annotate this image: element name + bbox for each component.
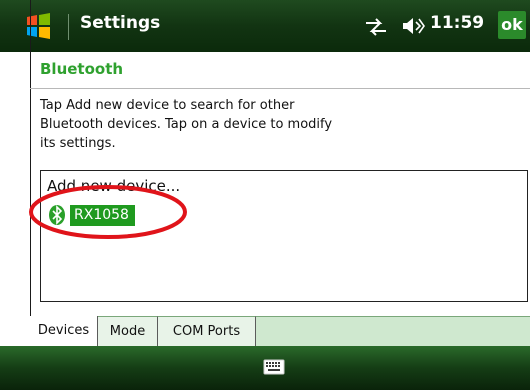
title-separator bbox=[68, 14, 69, 40]
screen: Settings 11:59 ok Bluetooth Tap Add new … bbox=[0, 0, 530, 390]
page-heading: Bluetooth bbox=[40, 60, 124, 78]
tab-mode[interactable]: Mode bbox=[98, 316, 158, 346]
title-bar: Settings 11:59 ok bbox=[0, 0, 530, 52]
left-margin bbox=[0, 52, 30, 390]
highlight-annotation bbox=[29, 185, 187, 239]
instructions-text: Tap Add new device to search for other B… bbox=[40, 96, 420, 153]
ok-button[interactable]: ok bbox=[498, 11, 526, 39]
connectivity-icon[interactable] bbox=[364, 17, 388, 37]
instructions-line: Tap Add new device to search for other bbox=[40, 98, 295, 113]
keyboard-icon[interactable] bbox=[263, 359, 285, 375]
heading-divider bbox=[30, 88, 530, 89]
windows-start-icon[interactable] bbox=[24, 12, 52, 40]
tab-com-ports[interactable]: COM Ports bbox=[158, 316, 256, 346]
clock[interactable]: 11:59 bbox=[430, 13, 484, 33]
app-title: Settings bbox=[80, 13, 161, 33]
instructions-line: its settings. bbox=[40, 136, 116, 151]
tab-devices[interactable]: Devices bbox=[30, 316, 98, 346]
volume-icon[interactable] bbox=[401, 16, 425, 36]
instructions-line: Bluetooth devices. Tap on a device to mo… bbox=[40, 117, 333, 132]
